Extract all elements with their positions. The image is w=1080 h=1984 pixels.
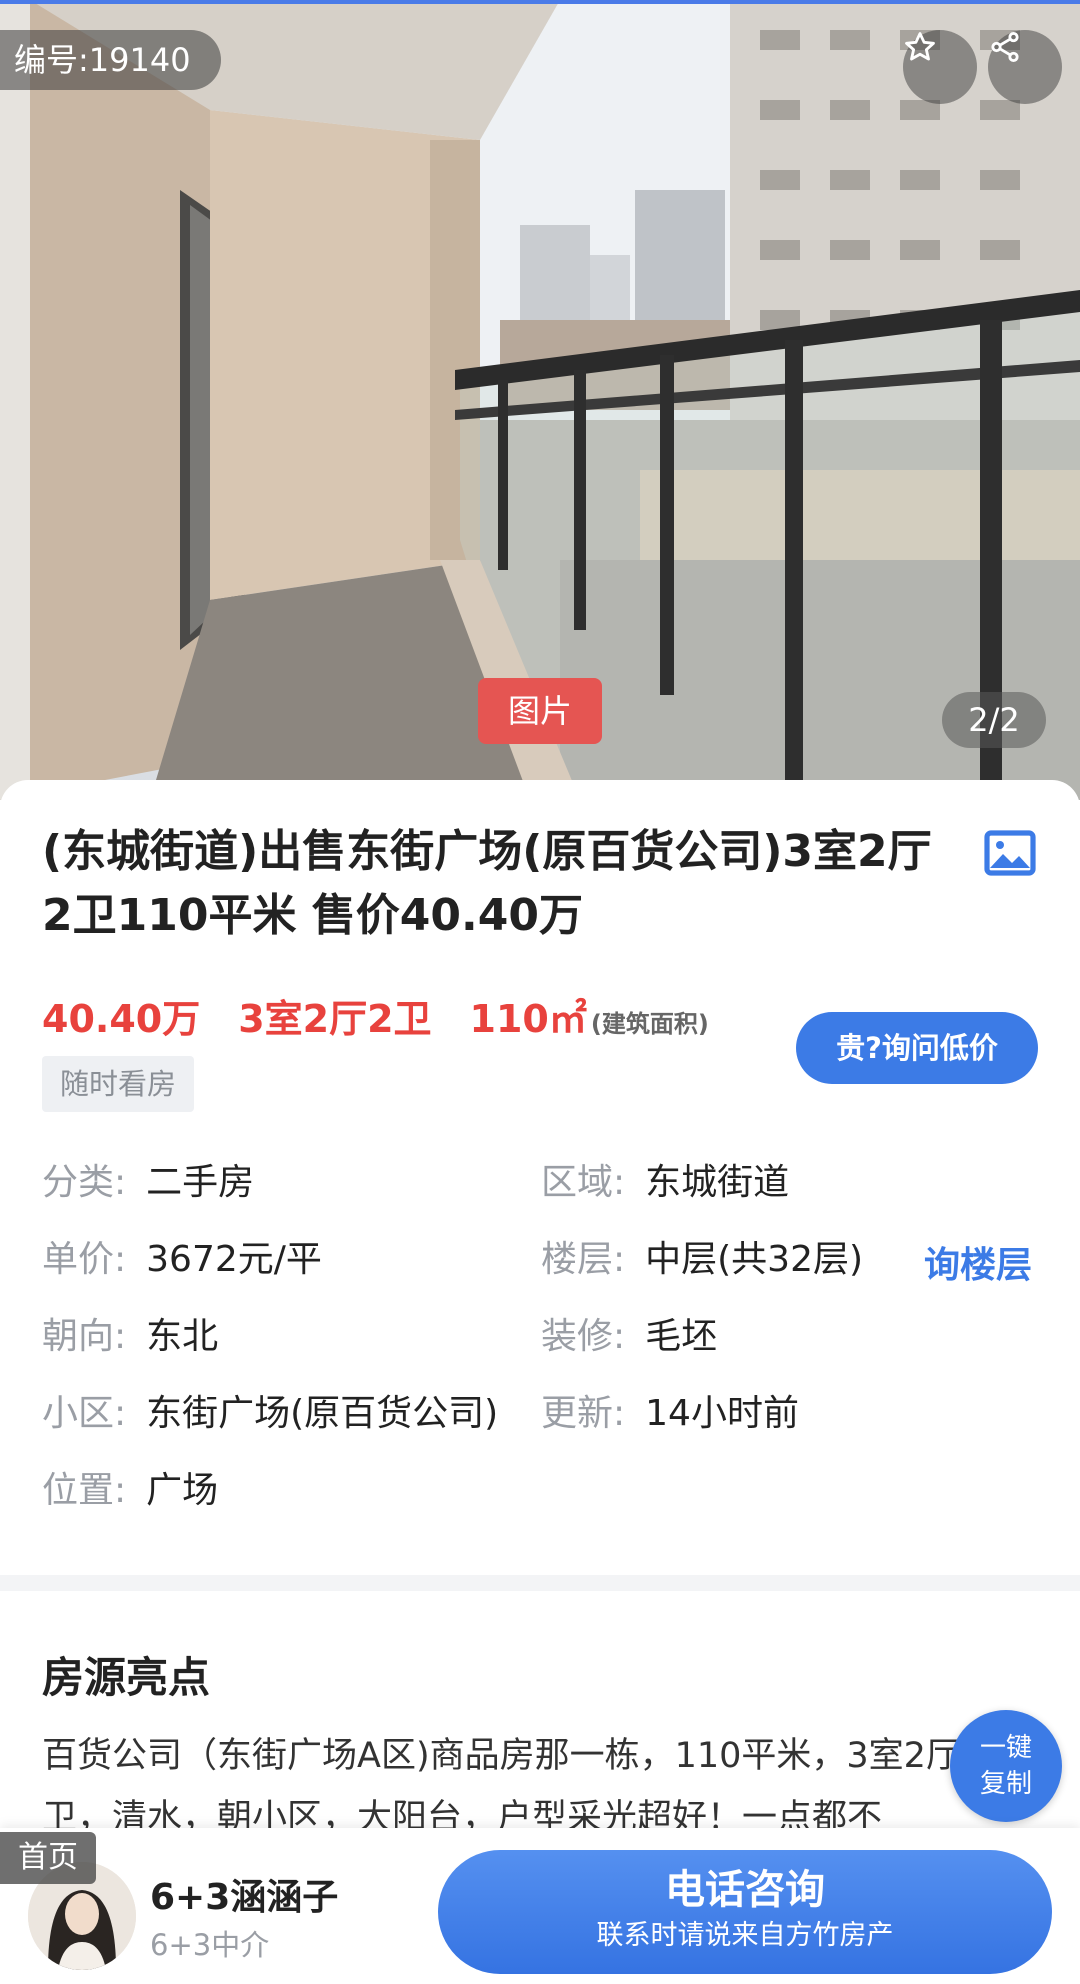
info-value: 中层(共32层) — [645, 1239, 864, 1280]
ask-lower-price-button[interactable]: 贵?询问低价 — [796, 1012, 1038, 1084]
viewing-tag: 随时看房 — [42, 1056, 195, 1112]
info-label: 区域: — [541, 1162, 626, 1203]
listing-detail-card: (东城街道)出售东街广场(原百货公司)3室2厅2卫110平米 售价40.40万 … — [0, 780, 1080, 1575]
listing-id-badge: 编号:19140 — [0, 30, 221, 90]
highlights-title: 房源亮点 — [42, 1653, 211, 1702]
favorite-button[interactable] — [903, 30, 977, 104]
info-label: 位置: — [42, 1470, 127, 1511]
info-floor: 楼层: 中层(共32层) — [541, 1235, 863, 1285]
info-label: 分类: — [42, 1162, 127, 1203]
info-value: 东城街道 — [645, 1162, 790, 1203]
agent-name: 6+3涵涵子 — [150, 1877, 339, 1918]
copy-button-line1: 一键 — [979, 1733, 1032, 1763]
info-label: 装修: — [541, 1316, 626, 1357]
share-icon — [991, 31, 1019, 63]
photo-tab[interactable]: 图片 — [478, 678, 602, 744]
top-accent-line — [0, 0, 1080, 4]
ask-floor-button[interactable]: 询楼层 — [924, 1236, 1032, 1288]
phone-consult-button[interactable]: 电话咨询 联系时请说来自方竹房产 — [438, 1850, 1052, 1974]
info-value: 二手房 — [146, 1162, 255, 1203]
info-orientation: 朝向: 东北 — [42, 1312, 218, 1362]
info-label: 楼层: — [541, 1239, 626, 1280]
listing-photo[interactable]: 编号:19140 图片 2/2 — [0, 0, 1080, 800]
info-value: 东北 — [146, 1316, 219, 1357]
section-divider — [0, 1575, 1080, 1591]
info-community: 小区: 东街广场(原百货公司) — [42, 1389, 498, 1439]
highlights-text: 百货公司（东街广场A区)商品房那一栋，110平米，3室2厅2卫，清水，朝小区，大… — [42, 1736, 984, 1838]
image-icon[interactable] — [984, 830, 1036, 876]
one-click-copy-button[interactable]: 一键 复制 — [950, 1710, 1062, 1822]
call-button-title: 电话咨询 — [665, 1867, 825, 1913]
room-layout: 3室2厅2卫 — [238, 997, 432, 1041]
info-updated: 更新: 14小时前 — [541, 1389, 799, 1439]
area-note: (建筑面积) — [590, 1010, 709, 1038]
info-value: 毛坯 — [645, 1316, 718, 1357]
info-category: 分类: 二手房 — [42, 1158, 254, 1208]
listing-title: (东城街道)出售东街广场(原百货公司)3室2厅2卫110平米 售价40.40万 — [42, 826, 932, 941]
agent-agency: 6+3中介 — [150, 1928, 270, 1962]
info-decoration: 装修: 毛坯 — [541, 1312, 717, 1362]
info-label: 小区: — [42, 1393, 127, 1434]
price-summary: 40.40万 3室2厅2卫 110㎡ (建筑面积) — [42, 988, 747, 1041]
area: 110㎡ — [469, 997, 587, 1041]
info-label: 单价: — [42, 1239, 127, 1280]
price: 40.40万 — [42, 997, 201, 1041]
photo-counter: 2/2 — [942, 692, 1046, 748]
home-button[interactable]: 首页 — [0, 1832, 96, 1884]
info-label: 朝向: — [42, 1316, 127, 1357]
info-value: 广场 — [146, 1470, 219, 1511]
info-value: 3672元/平 — [146, 1239, 322, 1280]
share-button[interactable] — [988, 30, 1062, 104]
info-value: 14小时前 — [645, 1393, 799, 1434]
info-district: 区域: 东城街道 — [541, 1158, 789, 1208]
info-value: 东街广场(原百货公司) — [146, 1393, 499, 1434]
info-location: 位置: 广场 — [42, 1466, 218, 1516]
call-button-subtitle: 联系时请说来自方竹房产 — [596, 1920, 894, 1951]
info-label: 更新: — [541, 1393, 626, 1434]
star-icon — [905, 32, 935, 61]
copy-button-line2: 复制 — [979, 1769, 1032, 1799]
info-unit-price: 单价: 3672元/平 — [42, 1235, 322, 1285]
